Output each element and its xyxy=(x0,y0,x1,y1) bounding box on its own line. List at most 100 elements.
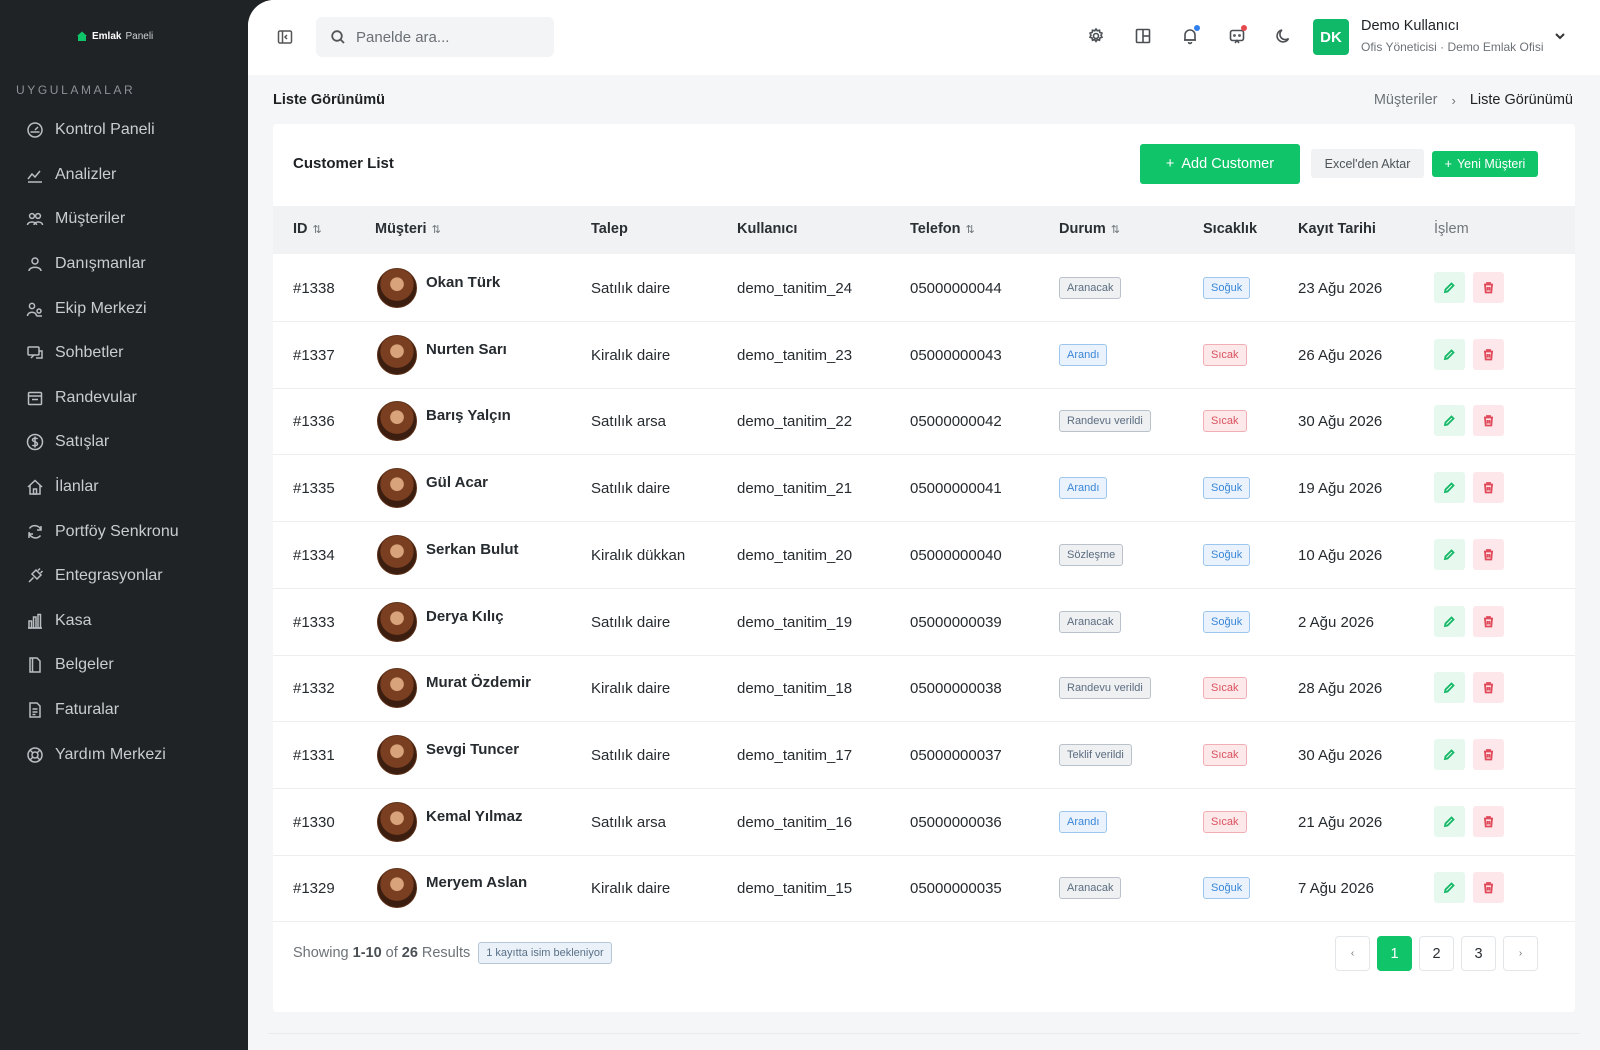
edit-button[interactable] xyxy=(1434,405,1465,437)
help-icon xyxy=(26,746,44,764)
table-row[interactable]: #1338 Okan Türk Satılık daire demo_tanitim_… xyxy=(273,254,1575,322)
edit-button[interactable] xyxy=(1434,805,1465,837)
delete-button[interactable] xyxy=(1473,672,1504,704)
edit-button[interactable] xyxy=(1434,538,1465,570)
table-row[interactable]: #1336 Barış Yalçın Satılık arsa demo_taniti… xyxy=(273,387,1575,456)
sidebar-item-team[interactable]: Ekip Merkezi xyxy=(0,286,248,331)
customer-avatar xyxy=(377,468,417,509)
user-menu-toggle[interactable] xyxy=(1553,29,1567,43)
sidebar-item-help[interactable]: Yardım Merkezi xyxy=(0,732,248,777)
sidebar-toggle-button[interactable] xyxy=(275,27,295,47)
edit-button[interactable] xyxy=(1434,338,1465,370)
delete-button[interactable] xyxy=(1473,872,1504,904)
sidebar-item-chart-line[interactable]: Analizler xyxy=(0,153,248,198)
sidebar-item-document[interactable]: Belgeler xyxy=(0,643,248,688)
sidebar-item-calendar[interactable]: Randevular xyxy=(0,376,248,421)
sidebar-item-dashboard[interactable]: Kontrol Paneli xyxy=(0,108,248,153)
sidebar-item-users[interactable]: Müşteriler xyxy=(0,197,248,242)
delete-button[interactable] xyxy=(1473,405,1504,437)
pencil-icon xyxy=(1443,415,1455,427)
cell-customer-name[interactable]: Barış Yalçın xyxy=(426,407,511,424)
status-badge: Aranacak xyxy=(1059,610,1122,633)
delete-button[interactable] xyxy=(1473,538,1504,570)
bar-chart-icon-svg xyxy=(28,613,42,629)
table-row[interactable]: #1334 Serkan Bulut Kiralık dükkan demo_tani… xyxy=(273,521,1575,589)
column-header-id[interactable]: ID ⇅ xyxy=(293,221,322,237)
edit-button[interactable] xyxy=(1434,872,1465,904)
sidebar-item-dollar[interactable]: Satışlar xyxy=(0,420,248,465)
table-row[interactable]: #1337 Nurten Sarı Kiralık daire demo_taniti… xyxy=(273,321,1575,389)
delete-button[interactable] xyxy=(1473,738,1504,770)
cell-customer-name[interactable]: Kemal Yılmaz xyxy=(426,808,522,825)
cell-customer-name[interactable]: Derya Kılıç xyxy=(426,608,504,625)
cell-id: #1337 xyxy=(293,346,335,364)
delete-button[interactable] xyxy=(1473,272,1504,303)
edit-button[interactable] xyxy=(1434,605,1465,637)
cell-customer-name[interactable]: Serkan Bulut xyxy=(426,541,519,558)
new-customer-button[interactable]: + Yeni Müşteri xyxy=(1432,151,1538,177)
table-row[interactable]: #1330 Kemal Yılmaz Satılık arsa demo_taniti… xyxy=(273,788,1575,856)
layout-button[interactable] xyxy=(1133,25,1153,47)
add-customer-label: Add Customer xyxy=(1181,156,1275,172)
cell-customer-name[interactable]: Nurten Sarı xyxy=(426,341,507,358)
delete-button[interactable] xyxy=(1473,472,1504,504)
column-header-phone[interactable]: Telefon ⇅ xyxy=(910,221,975,237)
table-row[interactable]: #1335 Gül Acar Satılık daire demo_tanitim_2… xyxy=(273,454,1575,523)
excel-import-button[interactable]: Excel'den Aktar xyxy=(1311,149,1424,178)
cell-customer-name[interactable]: Okan Türk xyxy=(426,274,500,291)
user-name[interactable]: Demo Kullanıcı xyxy=(1361,18,1459,34)
pending-name-badge[interactable]: 1 kayıtta isim bekleniyor xyxy=(478,942,612,964)
table-row[interactable]: #1329 Meryem Aslan Kiralık daire demo_tanit… xyxy=(273,854,1575,923)
cell-customer-name[interactable]: Murat Özdemir xyxy=(426,674,531,691)
sidebar-item-chat[interactable]: Sohbetler xyxy=(0,331,248,376)
search-input[interactable] xyxy=(356,28,536,46)
search-box[interactable] xyxy=(316,17,554,57)
delete-button[interactable] xyxy=(1473,805,1504,837)
pencil-icon xyxy=(1443,815,1455,827)
trash-icon xyxy=(1484,348,1493,361)
column-label: Sıcaklık xyxy=(1203,221,1258,237)
sidebar-item-invoice[interactable]: Faturalar xyxy=(0,688,248,733)
table-row[interactable]: #1331 Sevgi Tuncer Satılık daire demo_tanit… xyxy=(273,721,1575,789)
edit-button[interactable] xyxy=(1434,472,1465,504)
sort-icon: ⇅ xyxy=(965,223,975,236)
sidebar-item-home[interactable]: İlanlar xyxy=(0,465,248,510)
cell-id: #1331 xyxy=(293,746,335,764)
sidebar-item-plug[interactable]: Entegrasyonlar xyxy=(0,554,248,599)
edit-button[interactable] xyxy=(1434,672,1465,704)
sidebar-item-bar-chart[interactable]: Kasa xyxy=(0,599,248,644)
cell-customer-name[interactable]: Gül Acar xyxy=(426,474,488,491)
edit-button[interactable] xyxy=(1434,738,1465,770)
cell-request: Kiralık dükkan xyxy=(591,546,686,564)
pagination-page-button[interactable]: 1 xyxy=(1377,936,1412,971)
chart-line-icon-svg xyxy=(27,170,42,183)
delete-button[interactable] xyxy=(1473,338,1504,370)
edit-button[interactable] xyxy=(1434,272,1465,303)
pagination-page-button[interactable]: 3 xyxy=(1461,936,1496,971)
cell-customer-name[interactable]: Meryem Aslan xyxy=(426,874,527,891)
pagination-next-button[interactable]: › xyxy=(1503,936,1538,971)
cell-phone: 05000000037 xyxy=(910,746,1002,764)
pagination-prev-button[interactable]: ‹ xyxy=(1335,936,1370,971)
column-header-customer[interactable]: Müşteri ⇅ xyxy=(375,221,441,237)
delete-button[interactable] xyxy=(1473,605,1504,637)
brand-logo[interactable]: Emlak Paneli xyxy=(76,30,153,42)
column-header-status[interactable]: Durum ⇅ xyxy=(1059,221,1120,237)
cell-customer-name[interactable]: Sevgi Tuncer xyxy=(426,741,519,758)
theme-toggle-button[interactable] xyxy=(1274,25,1294,47)
add-customer-button[interactable]: + Add Customer xyxy=(1140,144,1300,184)
chat-icon-svg xyxy=(27,346,43,360)
cell-request: Kiralık daire xyxy=(591,880,671,898)
breadcrumb-customers-link[interactable]: Müşteriler xyxy=(1374,92,1438,108)
sidebar-item-user[interactable]: Danışmanlar xyxy=(0,242,248,287)
pagination-page-button[interactable]: 2 xyxy=(1419,936,1454,971)
messages-button[interactable] xyxy=(1227,25,1247,47)
calendar-icon-svg xyxy=(27,391,43,406)
user-avatar[interactable]: DK xyxy=(1313,19,1349,55)
sidebar-item-label: Danışmanlar xyxy=(55,255,146,273)
sidebar-item-sync[interactable]: Portföy Senkronu xyxy=(0,509,248,554)
notifications-button[interactable] xyxy=(1180,25,1200,47)
table-row[interactable]: #1332 Murat Özdemir Kiralık daire demo_tani… xyxy=(273,654,1575,723)
table-row[interactable]: #1333 Derya Kılıç Satılık daire demo_taniti… xyxy=(273,588,1575,656)
settings-button[interactable] xyxy=(1086,25,1106,47)
